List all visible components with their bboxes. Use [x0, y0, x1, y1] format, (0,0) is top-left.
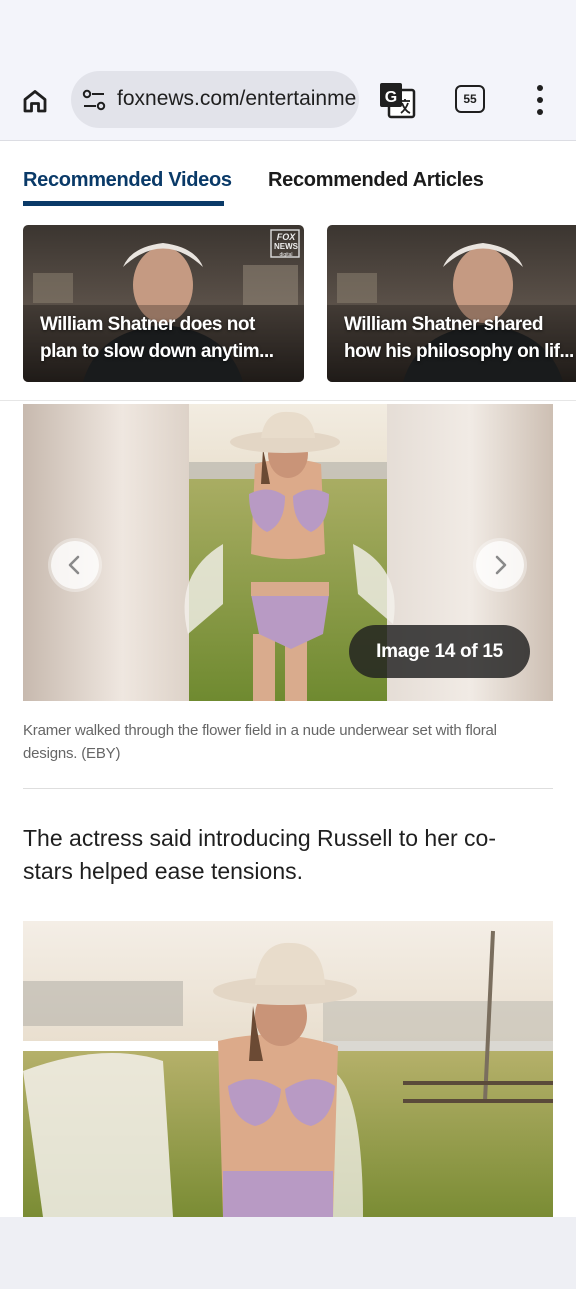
system-navigation-bar	[0, 1217, 576, 1289]
tune-icon[interactable]	[81, 87, 107, 113]
svg-text:NEWS: NEWS	[274, 242, 299, 251]
image-gallery: Image 14 of 15	[23, 404, 553, 701]
gallery-next-button[interactable]	[476, 541, 524, 589]
gallery-prev-button[interactable]	[51, 541, 99, 589]
video-title[interactable]: William Shatner does not plan to slow do…	[40, 311, 290, 365]
home-icon	[23, 90, 47, 113]
more-vert-icon[interactable]	[528, 83, 552, 117]
tab-count: 55	[463, 92, 477, 106]
svg-text:G: G	[385, 89, 397, 106]
divider	[0, 400, 576, 401]
tabs-icon[interactable]: 55	[455, 85, 485, 113]
active-tab-indicator	[23, 201, 224, 206]
image-caption: Kramer walked through the flower field i…	[23, 722, 497, 762]
chevron-right-icon	[495, 555, 507, 575]
video-card[interactable]: William Shatner shared how his philosoph…	[327, 225, 576, 382]
tab-recommended-videos[interactable]: Recommended Videos	[23, 169, 232, 192]
address-bar[interactable]: foxnews.com/entertainme	[71, 71, 359, 128]
article-paragraph: The actress said introducing Russell to …	[23, 825, 496, 884]
browser-toolbar: foxnews.com/entertainme G 55	[0, 66, 576, 141]
status-bar	[0, 0, 576, 66]
video-card[interactable]: FOX NEWS digital William Shatner does no…	[23, 225, 304, 382]
svg-text:digital: digital	[279, 252, 292, 258]
translate-button[interactable]: G	[378, 81, 416, 119]
article-photo	[23, 921, 553, 1217]
translate-icon: G	[380, 83, 416, 119]
svg-text:FOX: FOX	[277, 232, 296, 242]
page-content: Recommended Videos Recommended Articles …	[0, 141, 576, 1217]
fox-news-logo: FOX NEWS digital	[270, 229, 300, 258]
url-text[interactable]: foxnews.com/entertainme	[117, 87, 356, 111]
chevron-left-icon	[68, 555, 80, 575]
home-button[interactable]	[16, 82, 54, 120]
divider	[23, 788, 553, 789]
article-image[interactable]	[23, 921, 553, 1217]
image-counter: Image 14 of 15	[349, 625, 530, 678]
tab-recommended-articles[interactable]: Recommended Articles	[268, 169, 484, 192]
video-title[interactable]: William Shatner shared how his philosoph…	[344, 311, 576, 365]
